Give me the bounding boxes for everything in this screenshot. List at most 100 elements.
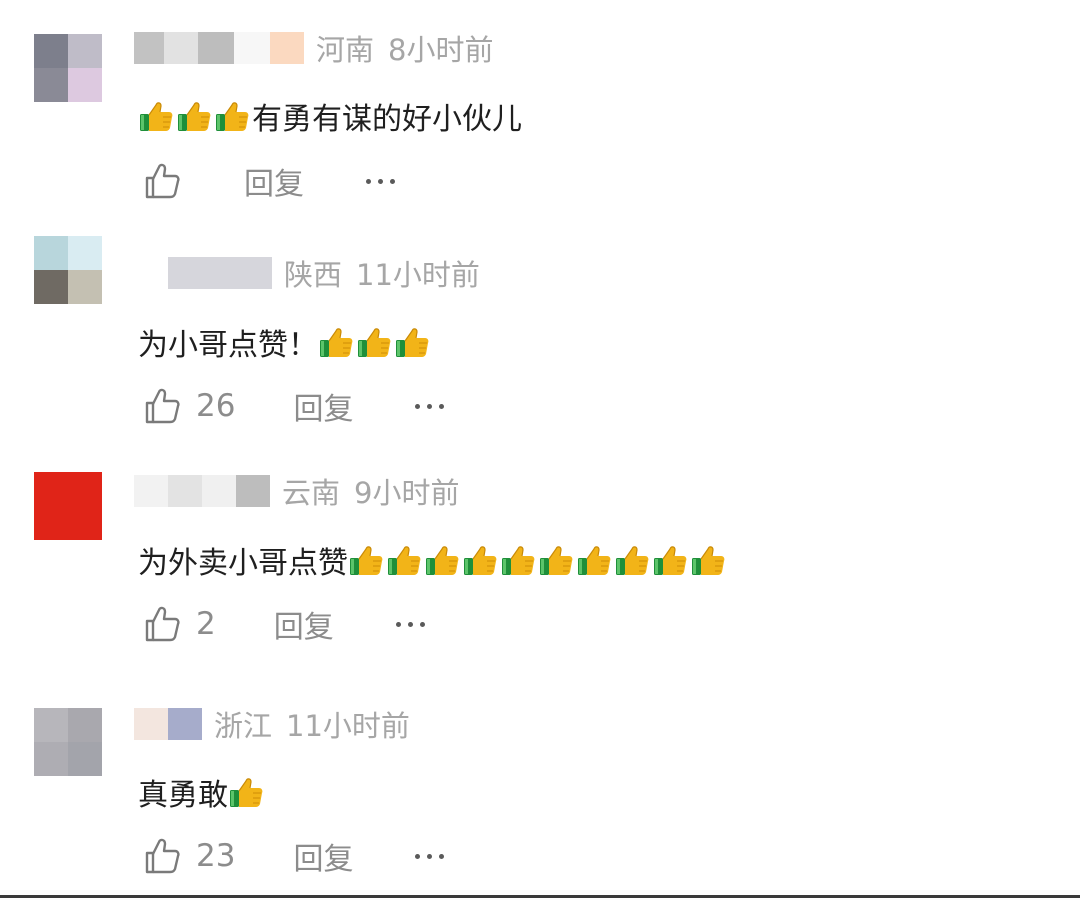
avatar[interactable] bbox=[34, 472, 102, 540]
region-label: 陕西 bbox=[284, 258, 343, 292]
thumbs-up-emoji-icon bbox=[358, 328, 391, 357]
comment-actions: 23 回复 bbox=[142, 831, 445, 881]
comment-body: 为小哥点赞！ bbox=[138, 328, 318, 363]
like-button[interactable]: 26 bbox=[142, 386, 235, 426]
avatar-pixel bbox=[68, 236, 102, 270]
thumbs-up-outline-icon bbox=[145, 606, 180, 642]
thumbs-up-emoji-icon bbox=[230, 778, 263, 807]
timestamp: 11小时前 bbox=[286, 709, 410, 743]
username-pixel bbox=[168, 708, 202, 740]
thumbs-up-emoji-icon bbox=[426, 546, 459, 575]
avatar-pixel bbox=[34, 270, 68, 304]
comment-actions: 回复 bbox=[142, 156, 395, 206]
avatar-pixel bbox=[68, 472, 102, 506]
avatar[interactable] bbox=[34, 236, 102, 304]
timestamp: 9小时前 bbox=[354, 476, 460, 510]
avatar-pixel bbox=[34, 68, 68, 102]
thumbs-up-outline-icon bbox=[145, 838, 180, 874]
thumbs-up-emoji-icon bbox=[320, 328, 353, 357]
more-dots-icon[interactable] bbox=[366, 178, 395, 184]
thumbs-up-outline-icon bbox=[145, 388, 180, 424]
timestamp: 11小时前 bbox=[356, 258, 480, 292]
like-button[interactable]: 2 bbox=[142, 604, 216, 644]
avatar-pixel bbox=[68, 506, 102, 540]
comment-header: 陕西 11小时前 bbox=[168, 253, 480, 293]
region-label: 河南 bbox=[316, 33, 375, 67]
comment-body: 有勇有谋的好小伙儿 bbox=[252, 102, 522, 137]
avatar[interactable] bbox=[34, 34, 102, 102]
comment-header: 浙江 11小时前 bbox=[134, 704, 410, 744]
thumbs-up-emoji-icon bbox=[692, 546, 725, 575]
username-pixel bbox=[198, 32, 234, 64]
avatar-pixel bbox=[68, 708, 102, 742]
more-dots-icon[interactable] bbox=[415, 403, 445, 409]
comment-text: 为外卖小哥点赞 bbox=[138, 538, 728, 582]
comment-actions: 26 回复 bbox=[142, 381, 445, 431]
username-blurred[interactable] bbox=[168, 257, 272, 289]
comment-meta: 浙江 11小时前 bbox=[214, 703, 410, 745]
thumbs-up-emoji-icon bbox=[616, 546, 649, 575]
avatar-pixel bbox=[34, 34, 68, 68]
reply-button[interactable]: 回复 bbox=[293, 384, 353, 428]
username-pixel bbox=[236, 475, 270, 507]
comment-text: 为小哥点赞！ bbox=[138, 320, 432, 364]
username-pixel bbox=[168, 257, 272, 289]
region-label: 云南 bbox=[282, 476, 341, 510]
username-pixel bbox=[168, 475, 202, 507]
username-pixel bbox=[134, 708, 168, 740]
region-label: 浙江 bbox=[214, 709, 273, 743]
thumbs-up-emoji-icon bbox=[140, 102, 173, 131]
like-count: 2 bbox=[196, 606, 216, 642]
avatar-pixel bbox=[34, 236, 68, 270]
avatar-pixel bbox=[68, 270, 102, 304]
thumbs-up-emoji-icon bbox=[216, 102, 249, 131]
username-pixel bbox=[270, 32, 304, 64]
comment-meta: 陕西 11小时前 bbox=[284, 252, 480, 294]
comment-text: 真勇敢 bbox=[138, 770, 266, 814]
comment-body: 为外卖小哥点赞 bbox=[138, 546, 348, 581]
thumbs-up-emoji-icon bbox=[388, 546, 421, 575]
username-blurred[interactable] bbox=[134, 708, 202, 740]
username-pixel bbox=[234, 32, 270, 64]
reply-button[interactable]: 回复 bbox=[293, 834, 353, 878]
comment-meta: 河南 8小时前 bbox=[316, 27, 493, 69]
thumbs-up-emoji-icon bbox=[464, 546, 497, 575]
username-blurred[interactable] bbox=[134, 475, 270, 507]
username-pixel bbox=[134, 32, 164, 64]
avatar[interactable] bbox=[34, 708, 102, 776]
thumbs-up-emoji-icon bbox=[350, 546, 383, 575]
thumbs-up-emoji-icon bbox=[178, 102, 211, 131]
avatar-pixel bbox=[68, 742, 102, 776]
like-count: 26 bbox=[196, 388, 236, 424]
like-button[interactable]: 23 bbox=[142, 836, 235, 876]
reply-button[interactable]: 回复 bbox=[274, 602, 334, 646]
thumbs-up-emoji-icon bbox=[578, 546, 611, 575]
comment-body: 真勇敢 bbox=[138, 778, 228, 813]
username-pixel bbox=[134, 475, 168, 507]
avatar-pixel bbox=[34, 742, 68, 776]
timestamp: 8小时前 bbox=[388, 33, 494, 67]
avatar-pixel bbox=[34, 708, 68, 742]
comment-header: 河南 8小时前 bbox=[134, 28, 493, 68]
username-blurred[interactable] bbox=[134, 32, 304, 64]
thumbs-up-emoji-icon bbox=[654, 546, 687, 575]
thumbs-up-emoji-icon bbox=[540, 546, 573, 575]
comment-meta: 云南 9小时前 bbox=[282, 470, 459, 512]
username-pixel bbox=[202, 475, 236, 507]
comment-text: 有勇有谋的好小伙儿 bbox=[138, 94, 522, 138]
comment-actions: 2 回复 bbox=[142, 599, 425, 649]
more-dots-icon[interactable] bbox=[415, 853, 445, 859]
like-count: 23 bbox=[196, 838, 236, 874]
comment-header: 云南 9小时前 bbox=[134, 471, 459, 511]
avatar-pixel bbox=[34, 506, 68, 540]
avatar-pixel bbox=[68, 34, 102, 68]
thumbs-up-outline-icon bbox=[145, 163, 180, 199]
avatar-pixel bbox=[68, 68, 102, 102]
more-dots-icon[interactable] bbox=[395, 621, 425, 627]
username-pixel bbox=[164, 32, 198, 64]
thumbs-up-emoji-icon bbox=[502, 546, 535, 575]
thumbs-up-emoji-icon bbox=[396, 328, 429, 357]
like-button[interactable] bbox=[142, 161, 182, 201]
avatar-pixel bbox=[34, 472, 68, 506]
reply-button[interactable]: 回复 bbox=[244, 159, 304, 203]
